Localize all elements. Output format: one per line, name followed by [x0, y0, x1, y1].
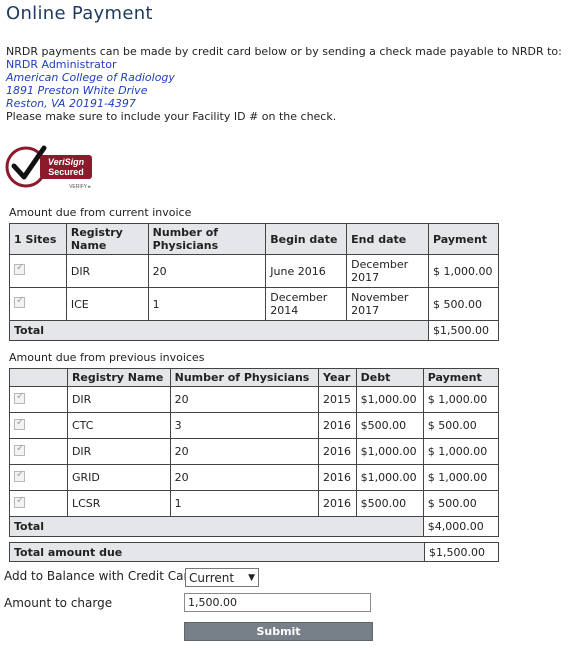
row-checkbox[interactable] [14, 495, 25, 508]
secured-text: Secured [48, 167, 84, 177]
payment-cell: $ 500.00 [422, 490, 500, 517]
total-row: Total $4,000.00 [9, 516, 500, 537]
column-header: Number of Physicians [147, 223, 267, 255]
previous-invoices-label: Amount due from previous invoices [9, 351, 205, 364]
physicians-cell: 20 [169, 386, 320, 413]
current-invoice-table: 1 Sites Registry Name Number of Physicia… [9, 223, 499, 341]
debt-cell: $1,000.00 [355, 464, 424, 491]
intro-block: NRDR payments can be made by credit card… [6, 45, 562, 123]
column-header: 1 Sites [9, 223, 67, 255]
column-header: Registry Name [65, 223, 149, 255]
check-note: Please make sure to include your Facilit… [6, 110, 337, 123]
registry-cell: DIR [66, 386, 171, 413]
registry-cell: CTC [66, 412, 171, 439]
column-header: Payment [422, 368, 500, 387]
row-checkbox[interactable] [14, 391, 25, 404]
column-header: Payment [428, 223, 499, 255]
column-header: Year [318, 368, 357, 387]
address-street: 1891 Preston White Drive [6, 84, 148, 97]
year-cell: 2015 [318, 386, 357, 413]
row-checkbox[interactable] [14, 262, 25, 275]
total-value: $4,000.00 [422, 516, 500, 537]
table-header-row: Registry Name Number of Physicians Year … [9, 368, 500, 387]
debt-cell: $500.00 [355, 490, 424, 517]
current-invoice-label: Amount due from current invoice [9, 206, 192, 219]
grand-total-value: $1,500.00 [424, 542, 499, 562]
physicians-cell: 1 [169, 490, 320, 517]
begin-date-cell: June 2016 [265, 254, 348, 288]
column-header: Begin date [265, 223, 348, 255]
chevron-down-icon: ▼ [248, 572, 255, 583]
verisign-text: VeriSign [48, 157, 85, 167]
registry-cell: DIR [66, 438, 171, 465]
address-city: Reston, VA 20191-4397 [6, 97, 136, 110]
payment-cell: $ 1,000.00 [428, 254, 499, 288]
physicians-cell: 20 [147, 254, 267, 288]
payment-cell: $ 1,000.00 [422, 438, 500, 465]
page-title: Online Payment [6, 3, 153, 24]
row-checkbox[interactable] [14, 417, 25, 430]
amount-label: Amount to charge [4, 596, 113, 610]
intro-text: NRDR payments can be made by credit card… [6, 45, 562, 58]
payment-cell: $ 1,000.00 [422, 386, 500, 413]
address-name-link[interactable]: NRDR Administrator [6, 58, 562, 71]
registry-cell: ICE [65, 287, 149, 321]
year-cell: 2016 [318, 490, 357, 517]
total-value: $1,500.00 [428, 320, 499, 341]
table-header-row: 1 Sites Registry Name Number of Physicia… [9, 223, 499, 255]
table-row: LCSR 1 2016 $500.00 $ 500.00 [9, 490, 500, 517]
row-checkbox[interactable] [14, 295, 25, 308]
column-header: Debt [355, 368, 424, 387]
total-row: Total $1,500.00 [9, 320, 499, 341]
debt-cell: $500.00 [355, 412, 424, 439]
verify-text: VERIFY ▸ [69, 184, 91, 190]
submit-button[interactable]: Submit [184, 622, 373, 641]
balance-label: Add to Balance with Credit Card [4, 569, 196, 583]
table-row: GRID 20 2016 $1,000.00 $ 1,000.00 [9, 464, 500, 491]
balance-select-value: Current [189, 570, 235, 585]
verisign-secured-seal[interactable]: VeriSign Secured VERIFY ▸ [4, 144, 98, 192]
grand-total-row: Total amount due $1,500.00 [8, 542, 499, 562]
year-cell: 2016 [318, 438, 357, 465]
begin-date-cell: December 2014 [265, 287, 348, 321]
grand-total-table: Total amount due $1,500.00 [8, 542, 499, 562]
year-cell: 2016 [318, 464, 357, 491]
payment-cell: $ 500.00 [428, 287, 499, 321]
row-checkbox[interactable] [14, 469, 25, 482]
registry-cell: DIR [65, 254, 149, 288]
table-row: DIR 20 June 2016 December 2017 $ 1,000.0… [9, 254, 499, 288]
physicians-cell: 3 [169, 412, 320, 439]
address-org: American College of Radiology [6, 71, 175, 84]
total-label: Total [9, 320, 429, 341]
payment-cell: $ 1,000.00 [422, 464, 500, 491]
table-row: CTC 3 2016 $500.00 $ 500.00 [9, 412, 500, 439]
table-row: DIR 20 2016 $1,000.00 $ 1,000.00 [9, 438, 500, 465]
debt-cell: $1,000.00 [355, 438, 424, 465]
table-row: ICE 1 December 2014 November 2017 $ 500.… [9, 287, 499, 321]
previous-invoices-table: Registry Name Number of Physicians Year … [9, 368, 500, 537]
registry-cell: LCSR [66, 490, 171, 517]
payment-cell: $ 500.00 [422, 412, 500, 439]
end-date-cell: December 2017 [346, 254, 429, 288]
physicians-cell: 1 [147, 287, 267, 321]
column-header: Number of Physicians [169, 368, 320, 387]
registry-cell: GRID [66, 464, 171, 491]
table-row: DIR 20 2015 $1,000.00 $ 1,000.00 [9, 386, 500, 413]
row-checkbox[interactable] [14, 443, 25, 456]
column-header [9, 368, 68, 387]
end-date-cell: November 2017 [346, 287, 429, 321]
debt-cell: $1,000.00 [355, 386, 424, 413]
year-cell: 2016 [318, 412, 357, 439]
balance-select[interactable]: Current ▼ [185, 568, 259, 587]
grand-total-label: Total amount due [8, 542, 426, 562]
physicians-cell: 20 [169, 464, 320, 491]
physicians-cell: 20 [169, 438, 320, 465]
column-header: Registry Name [66, 368, 171, 387]
amount-input[interactable]: 1,500.00 [184, 593, 371, 612]
column-header: End date [346, 223, 429, 255]
total-label: Total [9, 516, 424, 537]
